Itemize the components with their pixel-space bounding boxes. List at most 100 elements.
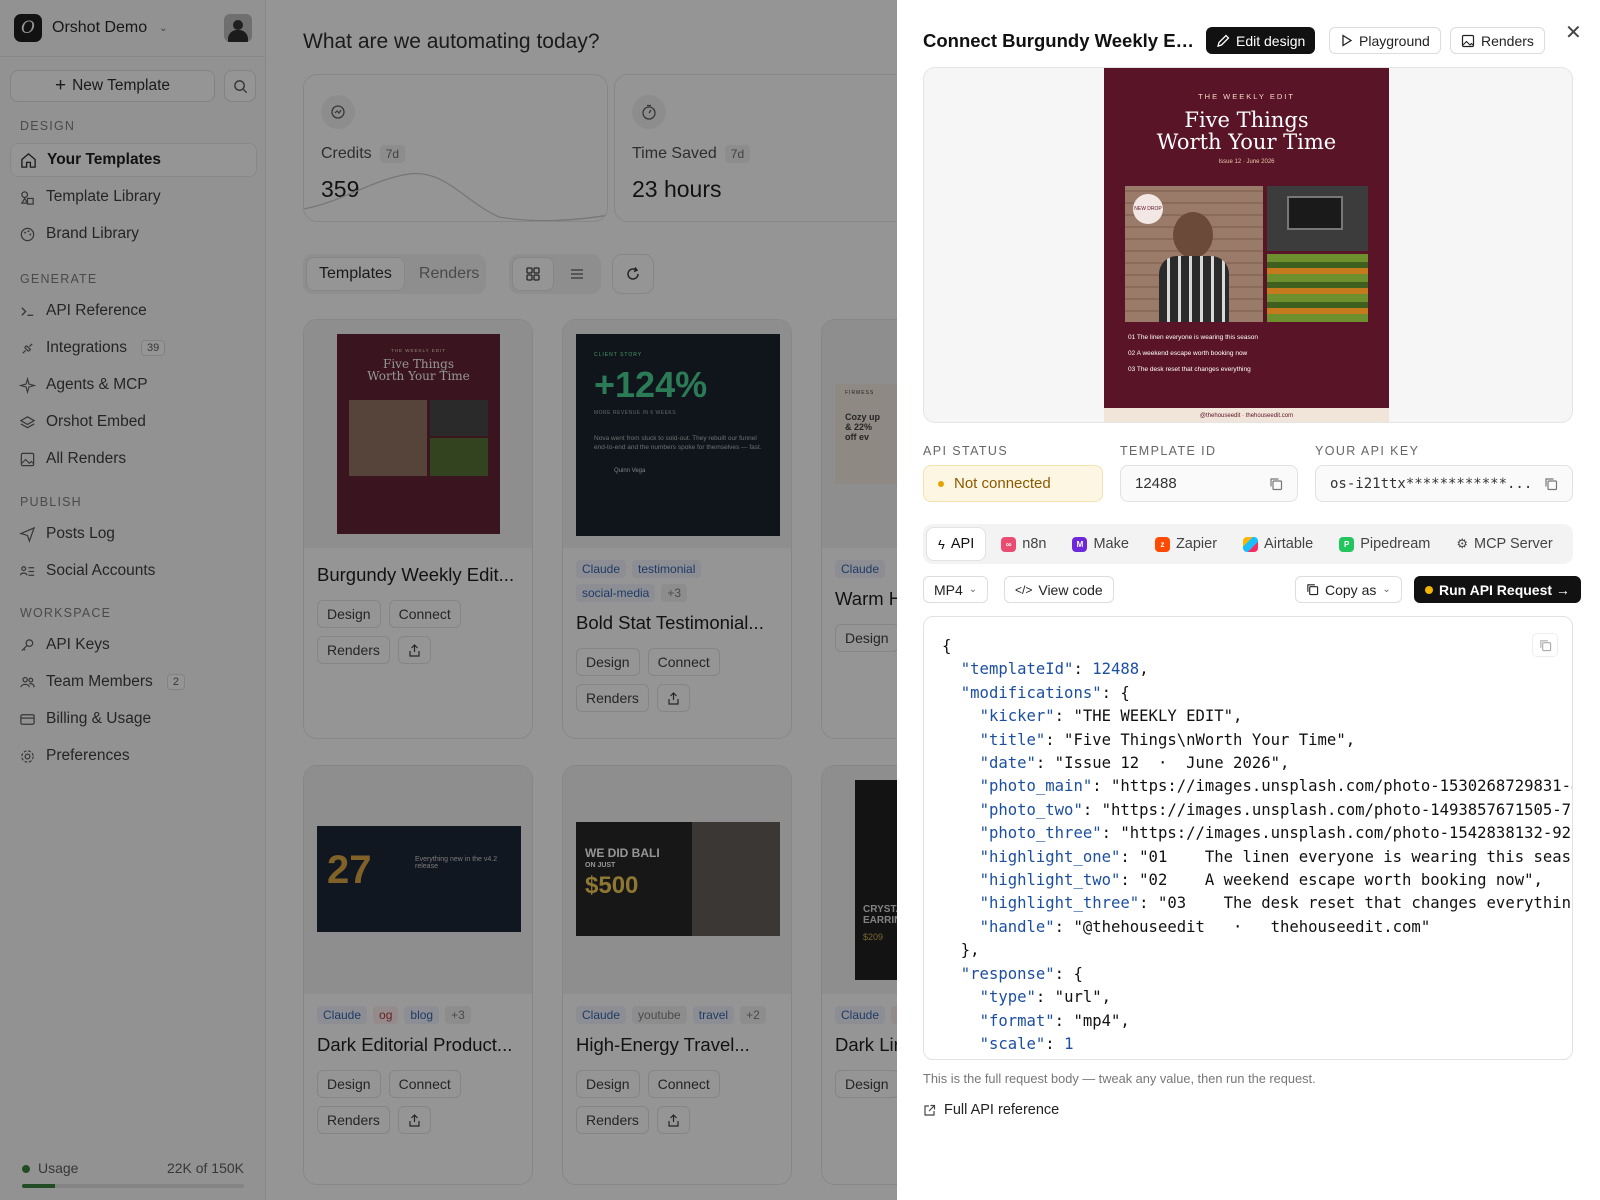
run-api-request-button[interactable]: Run API Request →	[1414, 576, 1581, 603]
status-dot-icon	[1425, 585, 1433, 594]
poster-highlight: 02 A weekend escape worth booking now	[1128, 350, 1248, 357]
code-line: "kicker": "THE WEEKLY EDIT",	[979, 707, 1243, 726]
copy-code-button[interactable]	[1532, 633, 1558, 657]
poster-preview: THE WEEKLY EDIT Five Things Worth Your Ti…	[1104, 68, 1389, 422]
code-line: "response": {	[960, 964, 1083, 983]
tab-label: Make	[1093, 536, 1129, 552]
tab-label: Airtable	[1264, 536, 1314, 552]
code-line: "type": "url",	[979, 988, 1112, 1007]
renders-label: Renders	[1481, 32, 1534, 49]
request-body-code[interactable]: { "templateId": 12488, "modifications": …	[923, 616, 1573, 1060]
full-api-reference-link[interactable]: Full API reference	[923, 1102, 1059, 1118]
mcp-icon: ⚙	[1456, 536, 1468, 551]
poster-handle: @thehouseedit · thehouseedit.com	[1104, 408, 1389, 422]
api-key-field[interactable]: os-i21ttx************...	[1315, 465, 1573, 502]
code-line: "modifications": {	[960, 683, 1130, 702]
tab-mcp-server[interactable]: ⚙ MCP Server	[1445, 527, 1563, 561]
tab-label: API	[950, 536, 975, 552]
playground-label: Playground	[1359, 32, 1430, 49]
code-line: },	[942, 941, 980, 960]
external-link-icon	[924, 1104, 936, 1116]
request-note: This is the full request body — tweak an…	[923, 1071, 1316, 1086]
pen-icon	[1217, 34, 1230, 47]
view-code-label: View code	[1038, 581, 1103, 598]
code-line: "highlight_two": "02 A weekend escape wo…	[979, 871, 1543, 890]
poster-photo-three	[1267, 254, 1368, 322]
tab-label: MCP Server	[1474, 536, 1553, 552]
api-key-label: YOUR API KEY	[1315, 444, 1420, 458]
connect-panel: Connect Burgundy Weekly Edi... Edit desi…	[897, 0, 1600, 1200]
poster-highlight: 01 The linen everyone is wearing this se…	[1128, 334, 1258, 341]
playground-button[interactable]: Playground	[1329, 27, 1441, 54]
tab-label: n8n	[1022, 536, 1047, 552]
chevron-down-icon: ⌄	[968, 584, 978, 595]
poster-kicker: THE WEEKLY EDIT	[1198, 92, 1295, 101]
api-status-badge: Not connected	[923, 465, 1103, 502]
make-icon: M	[1072, 536, 1088, 552]
api-key-value: os-i21ttx************...	[1330, 475, 1533, 492]
tab-airtable[interactable]: Airtable	[1232, 527, 1324, 561]
api-status-label: API STATUS	[923, 444, 1009, 458]
template-id-value: 12488	[1135, 475, 1177, 492]
code-icon: </>	[1015, 582, 1033, 597]
airtable-icon	[1243, 536, 1259, 552]
code-line: "templateId": 12488,	[960, 660, 1149, 679]
panel-title: Connect Burgundy Weekly Edi...	[923, 30, 1199, 51]
integration-tabs: ϟ API ∞ n8n M Make z Zapier Airtable P Pipedr…	[923, 524, 1573, 564]
api-status-value: Not connected	[954, 475, 1051, 492]
full-api-reference-label: Full API reference	[944, 1102, 1060, 1118]
pipedream-icon: P	[1339, 536, 1355, 552]
copy-as-button[interactable]: Copy as ⌄	[1295, 576, 1402, 603]
n8n-icon: ∞	[1001, 536, 1017, 552]
template-preview: THE WEEKLY EDIT Five Things Worth Your Ti…	[923, 67, 1573, 423]
copy-icon[interactable]	[1269, 477, 1283, 491]
code-line: "photo_main": "https://images.unsplash.c…	[979, 777, 1573, 796]
app-root: O Orshot Demo ⌄ + New Template DESIGN Yo…	[0, 0, 1600, 1200]
format-select[interactable]: MP4 ⌄	[923, 576, 989, 603]
tab-api[interactable]: ϟ API	[926, 527, 987, 561]
poster-photo-main: NEW DROP	[1125, 186, 1263, 322]
code-line: "highlight_one": "01 The linen everyone …	[979, 847, 1573, 866]
edit-design-label: Edit design	[1236, 32, 1306, 49]
tab-make[interactable]: M Make	[1061, 527, 1139, 561]
image-icon	[1461, 34, 1475, 47]
status-dot-icon	[938, 480, 944, 487]
code-line: "photo_three": "https://images.unsplash.…	[979, 824, 1573, 843]
tab-zapier[interactable]: z Zapier	[1144, 527, 1228, 561]
code-line: "format": "mp4",	[979, 1011, 1130, 1030]
close-icon[interactable]: ✕	[1565, 20, 1582, 45]
play-icon	[1342, 34, 1353, 47]
code-block: { "templateId": 12488, "modifications": …	[942, 635, 1573, 1056]
code-line: "highlight_three": "03 The desk reset th…	[979, 894, 1573, 913]
tab-label: Zapier	[1175, 536, 1218, 552]
template-id-label: TEMPLATE ID	[1120, 444, 1217, 458]
chevron-down-icon: ⌄	[1382, 584, 1391, 595]
tab-pipedream[interactable]: P Pipedream	[1328, 527, 1441, 561]
copy-icon	[1307, 584, 1319, 596]
code-line: "handle": "@thehouseedit · thehouseedit.…	[979, 917, 1431, 936]
poster-badge: NEW DROP	[1133, 194, 1163, 224]
tab-n8n[interactable]: ∞ n8n	[990, 527, 1057, 561]
code-line: "scale": 1	[979, 1034, 1074, 1053]
copy-icon	[1539, 639, 1551, 651]
lightning-icon: ϟ	[938, 536, 945, 552]
run-api-request-label: Run API Request →	[1439, 581, 1570, 598]
copy-icon[interactable]	[1544, 477, 1558, 491]
copy-as-label: Copy as	[1325, 581, 1377, 598]
poster-photo-two	[1267, 186, 1368, 251]
poster-date: Issue 12 · June 2026	[1218, 159, 1275, 165]
view-code-button[interactable]: </> View code	[1004, 576, 1114, 603]
code-line: {	[942, 637, 952, 655]
code-line: "title": "Five Things\nWorth Your Time",	[979, 730, 1356, 749]
poster-title-line: Five Things	[1184, 108, 1309, 132]
code-line: "photo_two": "https://images.unsplash.co…	[979, 800, 1573, 819]
edit-design-button[interactable]: Edit design	[1206, 27, 1316, 54]
code-line: "date": "Issue 12 · June 2026",	[979, 754, 1290, 773]
template-id-field[interactable]: 12488	[1120, 465, 1298, 502]
renders-button[interactable]: Renders	[1450, 27, 1545, 54]
zapier-icon: z	[1154, 536, 1170, 552]
tab-label: Pipedream	[1360, 536, 1431, 552]
poster-highlight: 03 The desk reset that changes everythin…	[1128, 366, 1251, 373]
format-value: MP4	[934, 581, 963, 598]
poster-title-line: Worth Your Time	[1156, 130, 1337, 154]
